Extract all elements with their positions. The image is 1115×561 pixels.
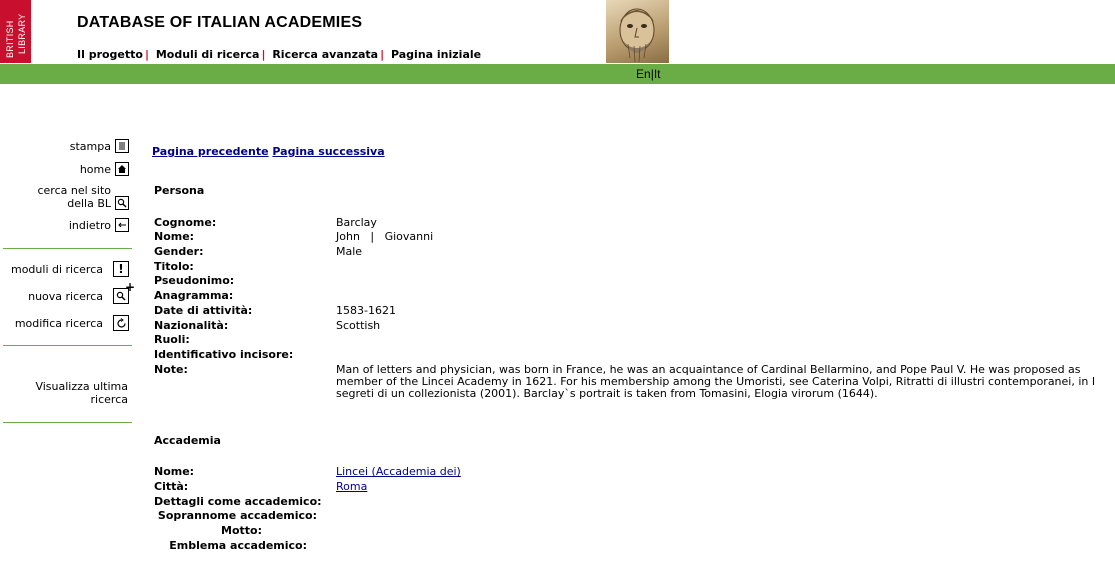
sidebar-divider (3, 422, 132, 423)
value-date-di-attivita: 1583-1621 (336, 304, 396, 317)
label-nome: Nome: (154, 230, 195, 243)
value-gender: Male (336, 245, 363, 258)
refresh-search-icon[interactable] (113, 315, 129, 331)
sidebar-item-home[interactable]: home (80, 162, 129, 176)
exclamation-icon[interactable]: ! (113, 261, 129, 277)
label-date-di-attivita: Date di attività: (154, 304, 253, 317)
logo-line-library: LIBRARY (17, 13, 27, 54)
ultima-line-2: ricerca (90, 393, 128, 406)
label-nazionalita: Nazionalità: (154, 319, 229, 332)
language-switcher: En|It (636, 67, 660, 81)
back-arrow-icon[interactable] (115, 218, 129, 232)
pager: Pagina precedente Pagina successiva (152, 145, 385, 158)
label-motto: Motto: (221, 524, 262, 537)
site-title: DATABASE OF ITALIAN ACADEMIES (77, 14, 363, 31)
section-heading-persona: Persona (154, 184, 205, 197)
nav-pagina-iniziale[interactable]: Pagina iniziale (391, 48, 481, 61)
modifica-ricerca-link[interactable]: modifica ricerca (15, 317, 103, 330)
label-emblema-accademico: Emblema accademico: (169, 539, 307, 552)
sidebar-item-cerca-bl[interactable]: cerca nel sito della BL (37, 184, 129, 210)
previous-page-link[interactable]: Pagina precedente (152, 145, 269, 158)
value-note: Man of letters and physician, was born i… (336, 363, 1096, 400)
section-heading-accademia: Accademia (154, 434, 221, 447)
lang-en-link[interactable]: En (636, 67, 651, 81)
home-icon[interactable] (115, 162, 129, 176)
label-cognome: Cognome: (154, 216, 217, 229)
label-citta: Città: (154, 480, 189, 493)
nav-separator: | (261, 48, 266, 61)
label-anagramma: Anagramma: (154, 289, 234, 302)
sidebar-divider (3, 345, 132, 346)
logo-line-british: BRITISH (5, 20, 15, 58)
label-note: Note: (154, 363, 188, 376)
value-nazionalita: Scottish (336, 319, 381, 332)
plus-icon: + (124, 280, 135, 294)
accademia-nome-link[interactable]: Lincei (Accademia dei) (336, 465, 461, 478)
sidebar-item-ultima-ricerca[interactable]: Visualizza ultima ricerca (35, 380, 132, 406)
indietro-link[interactable]: indietro (69, 219, 111, 232)
nav-il-progetto[interactable]: Il progetto (77, 48, 143, 61)
value-citta: Roma (336, 480, 367, 493)
sidebar-item-moduli[interactable]: moduli di ricerca ! (11, 261, 129, 277)
label-ruoli: Ruoli: (154, 333, 190, 346)
sidebar-divider (3, 248, 132, 249)
sidebar-item-indietro[interactable]: indietro (69, 218, 129, 232)
portrait-image (606, 0, 669, 63)
ultima-ricerca-link[interactable]: Visualizza ultima ricerca (35, 380, 128, 406)
value-cognome: Barclay (336, 216, 377, 229)
new-search-icon[interactable]: + (113, 281, 135, 304)
cerca-line-1: cerca nel sito (37, 184, 111, 197)
nuova-ricerca-link[interactable]: nuova ricerca (28, 290, 103, 303)
sidebar-item-nuova-ricerca[interactable]: nuova ricerca + (28, 281, 135, 304)
sidebar-item-stampa[interactable]: stampa (70, 139, 129, 153)
sidebar-item-modifica-ricerca[interactable]: modifica ricerca (15, 315, 129, 331)
stampa-link[interactable]: stampa (70, 140, 111, 153)
label-titolo: Titolo: (154, 260, 194, 273)
nav-ricerca-avanzata[interactable]: Ricerca avanzata (272, 48, 378, 61)
top-navigation: Il progetto | Moduli di ricerca | Ricerca … (77, 48, 481, 61)
cerca-line-2: della BL (67, 197, 111, 210)
nav-separator: | (380, 48, 385, 61)
green-header-bar (0, 64, 1115, 84)
label-accademia-nome: Nome: (154, 465, 195, 478)
next-page-link[interactable]: Pagina successiva (272, 145, 384, 158)
ultima-line-1: Visualizza ultima (35, 380, 128, 393)
nav-separator: | (144, 48, 149, 61)
moduli-link[interactable]: moduli di ricerca (11, 263, 103, 276)
british-library-logo[interactable]: BRITISH LIBRARY (0, 0, 31, 63)
label-soprannome-accademico: Soprannome accademico: (157, 509, 317, 522)
print-icon[interactable] (115, 139, 129, 153)
search-icon[interactable] (115, 196, 129, 210)
label-pseudonimo: Pseudonimo: (154, 274, 235, 287)
value-nome: John | Giovanni (336, 230, 434, 243)
value-accademia-nome: Lincei (Accademia dei) (336, 465, 461, 478)
label-gender: Gender: (154, 245, 204, 258)
label-identificativo-incisore: Identificativo incisore: (154, 348, 294, 361)
nav-moduli-di-ricerca[interactable]: Moduli di ricerca (156, 48, 260, 61)
label-dettagli-accademico: Dettagli come accademico: (154, 495, 322, 508)
home-link[interactable]: home (80, 163, 111, 176)
citta-link[interactable]: Roma (336, 480, 367, 493)
cerca-bl-link[interactable]: cerca nel sito della BL (37, 184, 111, 210)
lang-it-link[interactable]: It (654, 67, 661, 81)
